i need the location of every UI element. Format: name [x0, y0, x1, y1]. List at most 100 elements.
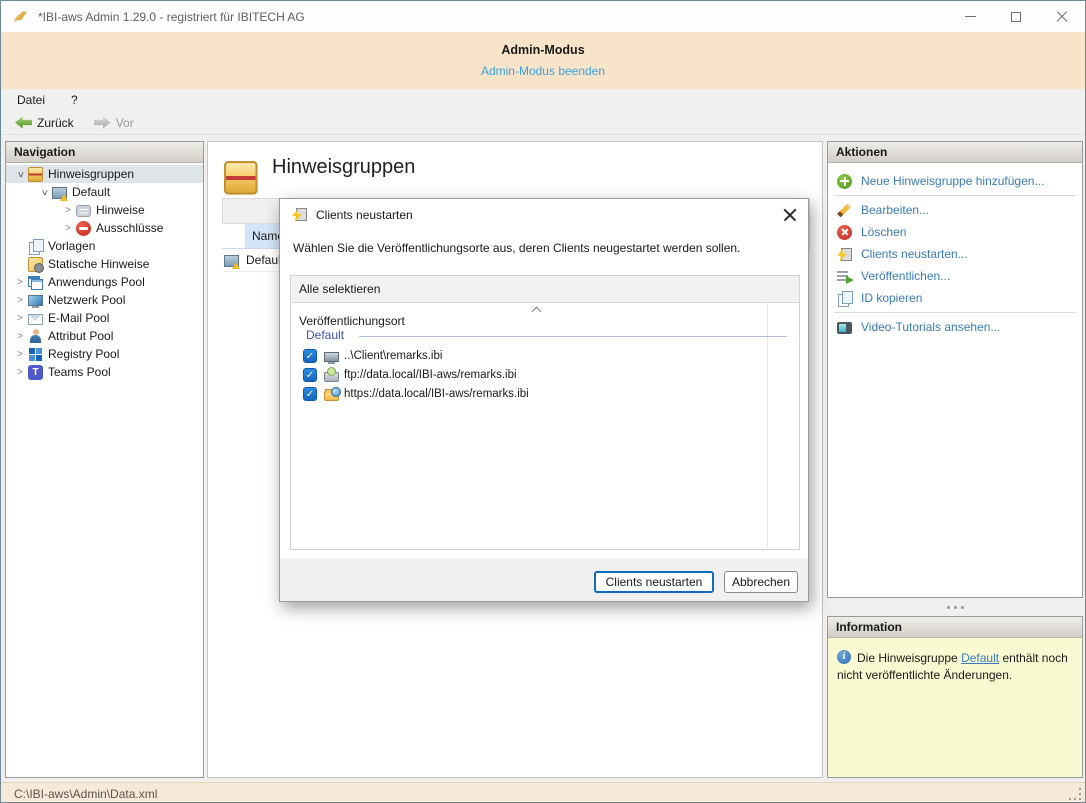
expander-icon[interactable]: >	[12, 349, 28, 360]
tree-item-label: Vorlagen	[48, 239, 95, 253]
checkbox-checked[interactable]: ✓	[303, 387, 317, 401]
tree-item-statische-hinweise[interactable]: > Statische Hinweise	[6, 255, 203, 273]
tree-item-teams-pool[interactable]: > Teams Pool	[6, 363, 203, 381]
column-header-veroeffentlichungsort[interactable]: Veröffentlichungsort	[291, 303, 799, 328]
forward-arrow-icon	[94, 117, 111, 129]
action-copy-id[interactable]: ID kopieren	[828, 287, 1082, 309]
add-icon	[837, 174, 852, 189]
list-item-ftp[interactable]: ✓ ftp://data.local/IBI-aws/remarks.ibi	[294, 365, 785, 384]
web-folder-icon	[324, 391, 339, 401]
notice-group-icon	[28, 167, 43, 182]
list-item-unc-path[interactable]: ✓ ..\Client\remarks.ibi	[294, 346, 785, 365]
navigation-tree: > Hinweisgruppen > Default > Hinweise > …	[6, 163, 203, 381]
navigation-panel: Navigation > Hinweisgruppen > Default > …	[5, 141, 204, 778]
forward-button[interactable]: Vor	[88, 114, 140, 132]
tree-item-vorlagen[interactable]: > Vorlagen	[6, 237, 203, 255]
tree-item-anwendungs-pool[interactable]: > Anwendungs Pool	[6, 273, 203, 291]
expander-icon[interactable]: >	[12, 295, 28, 306]
actions-panel: Aktionen Neue Hinweisgruppe hinzufügen..…	[827, 141, 1083, 598]
information-panel: Information Die Hinweisgruppe Default en…	[827, 616, 1083, 778]
action-add-notice-group[interactable]: Neue Hinweisgruppe hinzufügen...	[828, 170, 1082, 192]
action-edit[interactable]: Bearbeiten...	[828, 199, 1082, 221]
tree-item-label: Netzwerk Pool	[48, 293, 125, 307]
expander-icon[interactable]: >	[12, 277, 28, 288]
tree-item-label: Attribut Pool	[48, 329, 113, 343]
dialog-footer: Clients neustarten Abbrechen	[280, 558, 808, 601]
registry-grid-icon	[28, 347, 43, 362]
info-default-link[interactable]: Default	[961, 651, 999, 665]
group-header-default: Default	[306, 328, 344, 342]
comment-icon	[76, 205, 91, 217]
menu-datei[interactable]: Datei	[7, 91, 55, 109]
video-icon	[837, 322, 852, 334]
expander-icon[interactable]: >	[12, 313, 28, 324]
restart-clients-button[interactable]: Clients neustarten	[594, 571, 714, 593]
tree-item-registry-pool[interactable]: > Registry Pool	[6, 345, 203, 363]
window-title: *IBI-aws Admin 1.29.0 - registriert für …	[38, 10, 305, 24]
tree-item-default[interactable]: > Default	[6, 183, 203, 201]
expander-icon[interactable]: >	[12, 367, 28, 378]
cancel-button[interactable]: Abbrechen	[724, 571, 798, 593]
close-button[interactable]	[1039, 1, 1085, 32]
monitor-warning-icon	[224, 255, 239, 267]
title-bar: *IBI-aws Admin 1.29.0 - registriert für …	[1, 1, 1085, 32]
checkbox-checked[interactable]: ✓	[303, 368, 317, 382]
expander-icon[interactable]: >	[60, 223, 76, 234]
group-header-line	[359, 336, 787, 337]
list-item-label: https://data.local/IBI-aws/remarks.ibi	[344, 388, 529, 400]
tree-item-hinweise[interactable]: > Hinweise	[6, 201, 203, 219]
tree-item-netzwerk-pool[interactable]: > Netzwerk Pool	[6, 291, 203, 309]
back-label: Zurück	[37, 116, 74, 130]
panel-splitter[interactable]	[827, 598, 1083, 616]
information-body: Die Hinweisgruppe Default enthält noch n…	[828, 638, 1082, 777]
expander-icon[interactable]: >	[39, 184, 50, 200]
tree-item-attribut-pool[interactable]: > Attribut Pool	[6, 327, 203, 345]
app-window: *IBI-aws Admin 1.29.0 - registriert für …	[0, 0, 1086, 803]
action-restart-clients[interactable]: Clients neustarten...	[828, 243, 1082, 265]
actions-header: Aktionen	[828, 142, 1082, 163]
tree-item-label: Default	[72, 185, 110, 199]
forward-label: Vor	[116, 116, 134, 130]
mail-icon	[28, 314, 43, 325]
page-title: Hinweisgruppen	[272, 156, 415, 179]
list-item-https[interactable]: ✓ https://data.local/IBI-aws/remarks.ibi	[294, 384, 785, 403]
action-label: Neue Hinweisgruppe hinzufügen...	[861, 174, 1044, 188]
maximize-button[interactable]	[993, 1, 1039, 32]
actions-separator	[834, 195, 1076, 196]
action-video-tutorials[interactable]: Video-Tutorials ansehen...	[828, 316, 1082, 338]
dialog-title-bar: Clients neustarten	[280, 199, 808, 230]
table-gutter-header	[222, 224, 246, 248]
navigation-header: Navigation	[6, 142, 203, 163]
static-notice-icon	[28, 257, 43, 272]
expander-icon[interactable]: >	[15, 166, 26, 182]
tree-item-ausschluesse[interactable]: > Ausschlüsse	[6, 219, 203, 237]
expander-icon[interactable]: >	[60, 205, 76, 216]
admin-mode-exit-link[interactable]: Admin-Modus beenden	[481, 64, 605, 78]
tree-item-hinweisgruppen[interactable]: > Hinweisgruppen	[6, 165, 203, 183]
column-divider[interactable]	[767, 303, 768, 549]
tree-item-label: Statische Hinweise	[48, 257, 149, 271]
list-item-label: ..\Client\remarks.ibi	[344, 350, 442, 362]
action-label: Video-Tutorials ansehen...	[861, 320, 1000, 334]
resize-grip[interactable]	[1069, 788, 1081, 800]
action-publish[interactable]: Veröffentlichen...	[828, 265, 1082, 287]
publish-icon	[837, 269, 852, 284]
dialog-close-icon[interactable]	[783, 208, 797, 222]
expander-icon[interactable]: >	[12, 331, 28, 342]
checkbox-checked[interactable]: ✓	[303, 349, 317, 363]
select-all-button[interactable]: Alle selektieren	[291, 276, 799, 303]
tree-item-label: Teams Pool	[48, 365, 111, 379]
close-icon	[1056, 11, 1068, 23]
menu-help[interactable]: ?	[61, 91, 88, 109]
app-icon	[13, 9, 30, 24]
exclude-icon	[76, 221, 91, 236]
action-label: Löschen	[861, 225, 906, 239]
minimize-button[interactable]	[947, 1, 993, 32]
back-button[interactable]: Zurück	[9, 114, 80, 132]
info-icon	[837, 650, 851, 664]
edit-icon	[837, 203, 852, 218]
status-bar: C:\IBI-aws\Admin\Data.xml	[1, 782, 1085, 803]
tree-item-email-pool[interactable]: > E-Mail Pool	[6, 309, 203, 327]
information-header: Information	[828, 617, 1082, 638]
action-delete[interactable]: Löschen	[828, 221, 1082, 243]
